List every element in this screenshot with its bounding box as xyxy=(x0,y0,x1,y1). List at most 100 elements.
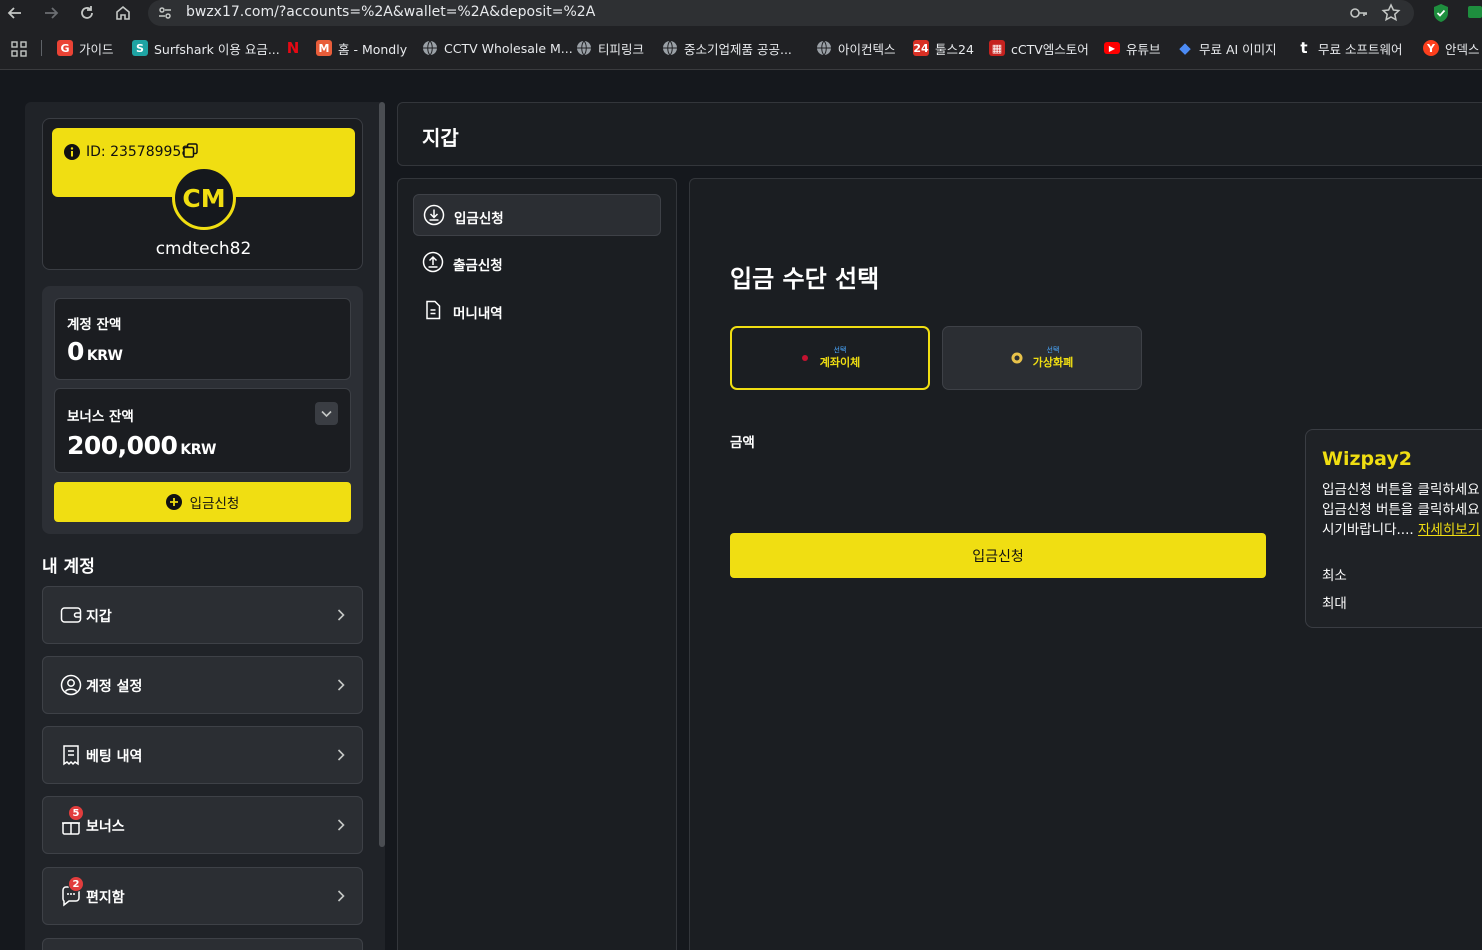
bookmark-star-icon[interactable] xyxy=(1381,3,1401,23)
bookmark-item[interactable]: ▦ cCTV엠스토어 xyxy=(989,39,1089,57)
site-info-icon[interactable] xyxy=(156,4,174,22)
globe-icon xyxy=(576,40,592,56)
bookmark-item[interactable]: ◆ 무료 AI 이미지 xyxy=(1177,39,1276,57)
bookmark-label: 중소기업제품 공공... xyxy=(684,41,792,57)
info-title: Wizpay2 xyxy=(1322,448,1412,470)
notification-badge: 5 xyxy=(68,805,84,821)
menu-item-label: 지갑 xyxy=(86,609,112,625)
tools24-icon: 24 xyxy=(913,40,929,56)
details-link[interactable]: 자세히보기 xyxy=(1418,522,1480,538)
menu-item[interactable]: 지갑 xyxy=(42,586,363,644)
bookmark-item[interactable]: M 홈 - Mondly xyxy=(316,39,407,57)
bookmark-item[interactable]: ▶ 유튜브 xyxy=(1104,39,1161,57)
sub-nav-item[interactable]: 출금신청 xyxy=(413,242,661,284)
globe-icon xyxy=(422,40,438,56)
user-icon xyxy=(59,673,83,697)
deposit-submit-button[interactable]: 입금신청 xyxy=(730,533,1266,578)
deposit-method-title: 입금 수단 선택 xyxy=(730,265,880,293)
menu-item[interactable]: 5 보너스 xyxy=(42,796,363,854)
bookmark-label: 아이컨텍스 xyxy=(838,41,896,57)
deposit-method-card[interactable]: 선택가상화폐 xyxy=(942,326,1142,390)
wizpay-info-card: Wizpay2 입금신청 버튼을 클릭하세요 입금신청 버튼을 클릭하세요 시기… xyxy=(1305,429,1482,628)
chevron-right-icon xyxy=(335,818,347,832)
copy-icon[interactable] xyxy=(183,143,198,158)
bookmark-label: 티피링크 xyxy=(598,41,645,57)
mondly-icon: M xyxy=(316,40,332,56)
bookmark-label: 툴스24 xyxy=(935,41,974,57)
profile-card: ID: 235789958 CM cmdtech82 xyxy=(42,118,363,270)
bookmark-item[interactable]: 24 툴스24 xyxy=(913,39,974,57)
page-title: 지갑 xyxy=(422,126,459,150)
method-name: 가상화폐 xyxy=(1032,356,1074,369)
bookmark-item[interactable]: G 가이드 xyxy=(57,39,114,57)
bookmark-label: 유튜브 xyxy=(1126,41,1161,57)
menu-row-partial[interactable] xyxy=(42,938,363,950)
chevron-right-icon xyxy=(335,889,347,903)
youtube-icon: ▶ xyxy=(1104,42,1120,54)
menu-item-label: 보너스 xyxy=(86,819,125,835)
netflix-icon: N xyxy=(286,39,300,57)
bookmark-label: 가이드 xyxy=(79,41,114,57)
menu-item[interactable]: 2 편지함 xyxy=(42,867,363,925)
sub-nav-item[interactable]: 입금신청 xyxy=(413,194,661,236)
sub-nav-label: 입금신청 xyxy=(454,211,504,227)
bookmark-item[interactable]: t 무료 소프트웨어 xyxy=(1296,39,1402,57)
sub-nav-label: 머니내역 xyxy=(453,306,503,322)
bookmark-item[interactable]: 중소기업제품 공공... xyxy=(662,39,792,57)
info-icon xyxy=(64,144,80,160)
coin-icon xyxy=(1011,352,1023,364)
wallet-sub-nav: 입금신청출금신청머니내역 xyxy=(397,178,677,950)
url-text[interactable]: bwzx17.com/?accounts=%2A&wallet=%2A&depo… xyxy=(186,4,595,20)
download-icon xyxy=(423,204,445,226)
bookmark-item[interactable]: Y 안덱스 xyxy=(1423,39,1480,57)
bookmark-item[interactable]: N xyxy=(285,39,301,57)
sub-nav-label: 출금신청 xyxy=(453,258,503,274)
cctv-store-icon: ▦ xyxy=(989,40,1005,56)
bonus-balance-value: 200,000 KRW xyxy=(67,431,216,460)
extension-icon[interactable] xyxy=(1468,6,1482,18)
sidebar-scrollbar[interactable] xyxy=(379,102,385,847)
sidebar-deposit-button[interactable]: 입금신청 xyxy=(54,482,351,522)
apps-grid-icon[interactable] xyxy=(11,41,27,57)
bookmark-label: Surfshark 이용 요금... xyxy=(154,41,280,57)
method-select-tag: 선택 xyxy=(1046,346,1060,354)
bookmarks-bar: G 가이드 S Surfshark 이용 요금... N M 홈 - Mondly CCTV … xyxy=(0,26,1482,70)
bookmark-label: cCTV엠스토어 xyxy=(1011,41,1089,57)
bookmark-item[interactable]: 아이컨텍스 xyxy=(816,39,896,57)
bonus-balance-card: 보너스 잔액 200,000 KRW xyxy=(54,388,351,473)
min-label: 최소 xyxy=(1322,568,1347,584)
home-icon[interactable] xyxy=(114,4,132,22)
amount-label: 금액 xyxy=(730,435,755,451)
chevron-down-icon[interactable] xyxy=(315,402,338,425)
account-balance-value: 0 KRW xyxy=(67,337,123,366)
bookmark-item[interactable]: S Surfshark 이용 요금... xyxy=(132,39,280,57)
menu-item-label: 계정 설정 xyxy=(86,679,143,695)
info-line-1: 입금신청 버튼을 클릭하세요 xyxy=(1322,482,1480,498)
forward-icon[interactable] xyxy=(42,4,60,22)
bookmark-item[interactable]: CCTV Wholesale M... xyxy=(422,39,573,57)
shield-extension-icon[interactable] xyxy=(1432,3,1450,23)
sidebar-deposit-label: 입금신청 xyxy=(189,496,240,512)
bank-icon xyxy=(800,353,810,363)
reload-icon[interactable] xyxy=(78,4,96,22)
bookmark-item[interactable]: 티피링크 xyxy=(576,39,644,57)
max-label: 최대 xyxy=(1322,596,1347,612)
deposit-method-card[interactable]: 선택 계좌이체 xyxy=(730,326,930,390)
menu-item[interactable]: 베팅 내역 xyxy=(42,726,363,784)
my-account-title: 내 계정 xyxy=(42,557,95,577)
password-key-icon[interactable] xyxy=(1349,4,1369,22)
bookmark-label: 안덱스 xyxy=(1445,41,1480,57)
bookmark-separator xyxy=(41,40,42,56)
sub-nav-item[interactable]: 머니내역 xyxy=(413,290,661,332)
chevron-right-icon xyxy=(335,678,347,692)
back-icon[interactable] xyxy=(6,4,24,22)
address-bar[interactable]: bwzx17.com/?accounts=%2A&wallet=%2A&depo… xyxy=(148,0,1414,26)
method-name: 계좌이체 xyxy=(819,356,861,369)
menu-item-label: 베팅 내역 xyxy=(86,749,143,765)
receipt-icon xyxy=(59,743,83,767)
menu-item[interactable]: 계정 설정 xyxy=(42,656,363,714)
wallet-icon xyxy=(59,603,83,627)
username: cmdtech82 xyxy=(155,239,252,259)
bookmark-label: 홈 - Mondly xyxy=(338,41,408,57)
diamond-icon: ◆ xyxy=(1179,39,1191,57)
